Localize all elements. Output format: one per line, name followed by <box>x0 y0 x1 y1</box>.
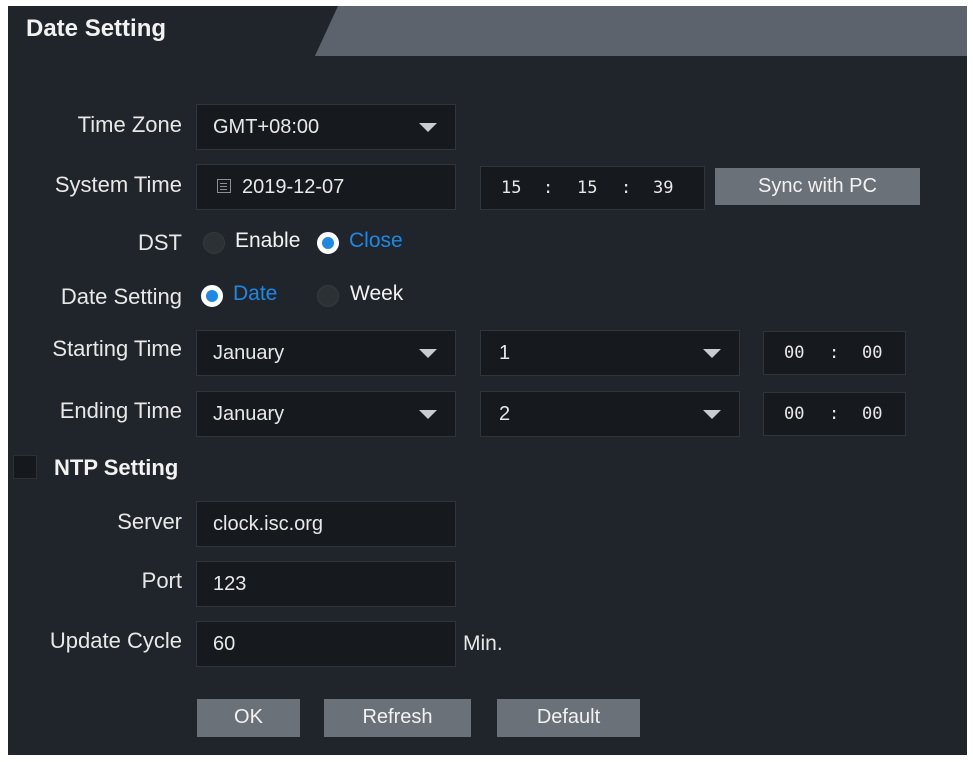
ntp-setting-label: NTP Setting <box>54 455 179 480</box>
chevron-down-icon <box>419 123 437 132</box>
chevron-down-icon <box>703 349 721 358</box>
starting-day-value: 1 <box>499 342 511 364</box>
ending-hour[interactable]: 00 <box>784 404 804 424</box>
ending-day-select[interactable]: 2 <box>480 391 740 437</box>
ntp-checkbox[interactable] <box>13 455 37 479</box>
refresh-button[interactable]: Refresh <box>324 699 471 737</box>
system-time-second[interactable]: 39 <box>653 178 673 198</box>
panel-header: Date Setting <box>8 6 967 56</box>
time-separator: : <box>543 178 554 198</box>
dst-enable-radio[interactable] <box>203 232 225 254</box>
system-time-field[interactable]: 15 : 15 : 39 <box>480 166 705 210</box>
server-value: clock.isc.org <box>213 513 324 535</box>
update-cycle-unit: Min. <box>463 632 503 655</box>
header-bar <box>288 6 967 56</box>
system-time-hour[interactable]: 15 <box>501 178 521 198</box>
system-time-label: System Time <box>54 172 182 197</box>
update-cycle-label: Update Cycle <box>49 628 182 653</box>
port-value: 123 <box>213 573 247 595</box>
starting-hour[interactable]: 00 <box>784 343 804 363</box>
dst-enable-label[interactable]: Enable <box>235 229 300 253</box>
starting-time-field[interactable]: 00 : 00 <box>763 331 906 375</box>
title-tab: Date Setting <box>8 6 338 56</box>
server-label: Server <box>117 509 182 534</box>
system-time-minute[interactable]: 15 <box>577 178 597 198</box>
ending-time-label: Ending Time <box>59 398 182 423</box>
date-mode-week-label[interactable]: Week <box>350 282 403 306</box>
starting-month-value: January <box>213 342 285 364</box>
chevron-down-icon <box>419 349 437 358</box>
port-label: Port <box>141 568 182 593</box>
chevron-down-icon <box>703 410 721 419</box>
system-date-value: 2019-12-07 <box>242 176 345 198</box>
update-cycle-input[interactable]: 60 <box>196 621 456 667</box>
ok-button[interactable]: OK <box>197 699 300 737</box>
dst-label: DST <box>138 230 182 255</box>
time-zone-value: GMT+08:00 <box>213 116 320 138</box>
starting-time-label: Starting Time <box>52 336 182 361</box>
default-button[interactable]: Default <box>497 699 640 737</box>
system-date-field[interactable]: 2019-12-07 <box>196 164 456 210</box>
port-input[interactable]: 123 <box>196 561 456 607</box>
ending-day-value: 2 <box>499 403 511 425</box>
sync-with-pc-button[interactable]: Sync with PC <box>715 168 920 205</box>
starting-minute[interactable]: 00 <box>862 343 882 363</box>
server-input[interactable]: clock.isc.org <box>196 501 456 547</box>
date-mode-date-radio[interactable] <box>201 285 223 307</box>
dst-close-radio[interactable] <box>317 232 339 254</box>
chevron-down-icon <box>419 410 437 419</box>
date-mode-date-label[interactable]: Date <box>233 282 277 306</box>
update-cycle-value: 60 <box>213 633 236 655</box>
ending-month-value: January <box>213 403 285 425</box>
date-mode-week-radio[interactable] <box>317 285 339 307</box>
calendar-icon <box>217 179 231 193</box>
time-separator: : <box>829 343 840 363</box>
starting-month-select[interactable]: January <box>196 330 456 376</box>
starting-day-select[interactable]: 1 <box>480 330 740 376</box>
ending-month-select[interactable]: January <box>196 391 456 437</box>
dst-close-label[interactable]: Close <box>349 229 403 253</box>
time-separator: : <box>829 404 840 424</box>
time-separator: : <box>621 178 632 198</box>
time-zone-select[interactable]: GMT+08:00 <box>196 104 456 150</box>
page-title: Date Setting <box>26 15 167 42</box>
date-setting-label: Date Setting <box>60 284 182 309</box>
ending-minute[interactable]: 00 <box>862 404 882 424</box>
date-setting-panel: Date Setting Time Zone GMT+08:00 System … <box>8 6 967 755</box>
ending-time-field[interactable]: 00 : 00 <box>763 392 906 436</box>
time-zone-label: Time Zone <box>77 112 182 137</box>
